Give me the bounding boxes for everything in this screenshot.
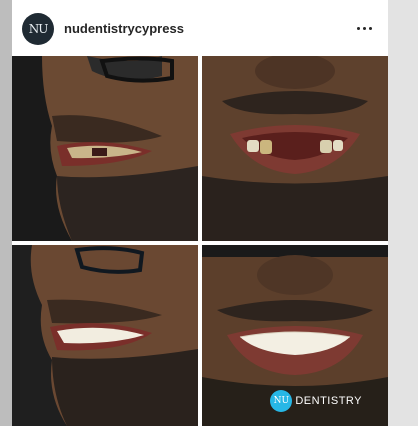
avatar[interactable]: NU bbox=[22, 13, 54, 45]
photo-collage[interactable]: NU DENTISTRY bbox=[12, 56, 388, 426]
background-right bbox=[388, 0, 418, 426]
username-link[interactable]: nudentistrycypress bbox=[64, 21, 184, 36]
photo-before-front bbox=[202, 56, 388, 241]
clinic-watermark: NU DENTISTRY bbox=[270, 390, 362, 412]
photo-after-side bbox=[12, 245, 198, 426]
watermark-logo-icon: NU bbox=[270, 390, 293, 412]
post-header: NU nudentistrycypress bbox=[12, 0, 388, 56]
watermark-text: DENTISTRY bbox=[295, 395, 362, 407]
more-options-icon[interactable] bbox=[352, 18, 376, 38]
photo-before-side bbox=[12, 56, 198, 241]
background-left bbox=[0, 0, 12, 426]
instagram-post: NU nudentistrycypress NU DENTISTRY bbox=[12, 0, 388, 426]
avatar-logo-text: NU bbox=[28, 22, 49, 36]
